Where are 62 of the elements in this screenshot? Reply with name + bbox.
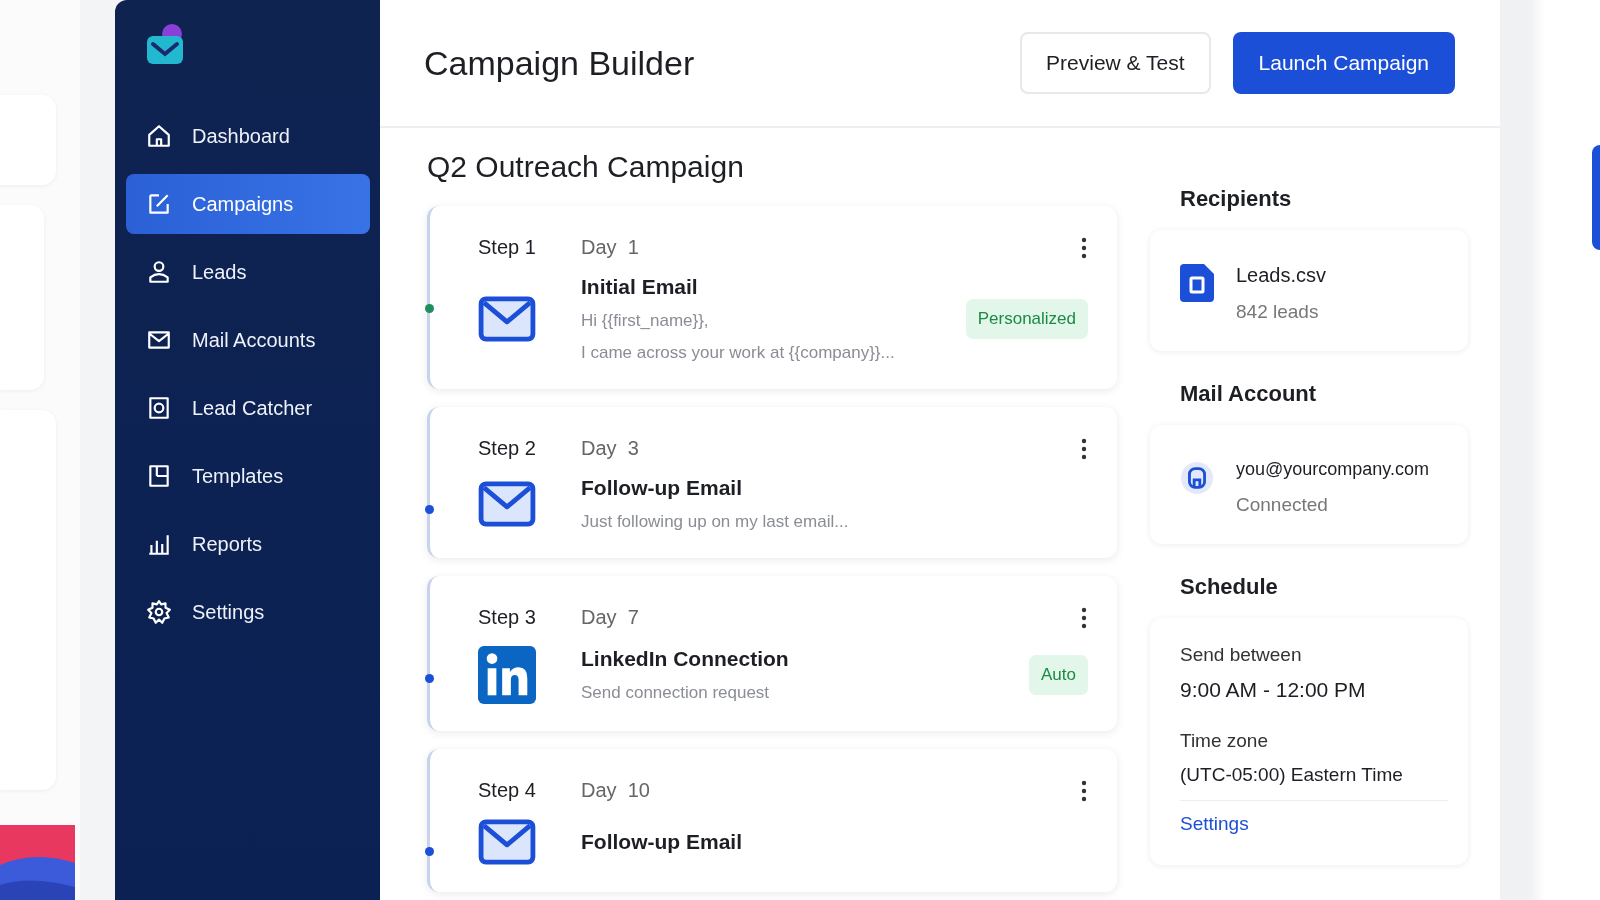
section-title: Schedule (1180, 574, 1279, 600)
day-label: Day 7 (581, 606, 639, 629)
settings-link[interactable]: Settings (1180, 813, 1249, 835)
campaign-title: Q2 Outreach Campaign (427, 150, 745, 184)
account-icon (1180, 459, 1214, 497)
time-zone: (UTC-05:00) Eastern Time (1180, 764, 1448, 801)
target-icon (146, 395, 172, 421)
step-card[interactable]: Step 3 Day 7 LinkedIn Connection Send connection request Auto (427, 576, 1117, 731)
mail-icon (478, 818, 536, 866)
sidebar-item[interactable]: Templates (126, 446, 370, 506)
more-icon[interactable] (1081, 779, 1087, 802)
status-badge: Auto (1029, 655, 1088, 695)
sidebar-item[interactable]: Leads (126, 242, 370, 302)
step-title: Initial Email (581, 275, 699, 299)
step-card[interactable]: Step 2 Day 3 Follow-up Email Just following up on my last email... (427, 407, 1117, 558)
mail-icon (478, 295, 536, 343)
day-label: Day 10 (581, 779, 650, 802)
edit-icon (146, 191, 172, 217)
person-icon (146, 259, 172, 285)
step-label: Step 4 (478, 779, 537, 802)
sidebar-item[interactable]: Lead Catcher (126, 378, 370, 438)
message-preview: Hi {{first_name}}, (581, 311, 710, 331)
file-name: Leads.csv (1236, 264, 1327, 287)
sidebar-item[interactable]: Reports (126, 514, 370, 574)
file-icon (1180, 264, 1214, 302)
sidebar-item[interactable]: Campaigns (126, 174, 370, 234)
step-card[interactable]: Step 4 Day 10 Follow-up Email (427, 749, 1117, 892)
preview-button[interactable]: Preview & Test (1020, 32, 1211, 94)
settings-icon (146, 599, 172, 625)
step-label: Step 3 (478, 606, 537, 629)
step-label: Step 2 (478, 437, 537, 460)
home-icon (146, 123, 172, 149)
email-address: you@yourcompany.com (1236, 459, 1430, 480)
lead-count: 842 leads (1236, 301, 1320, 323)
page-title: Campaign Builder (424, 43, 695, 83)
status-badge: Personalized (965, 299, 1088, 339)
day-label: Day 1 (581, 236, 639, 259)
message-preview: I came across your work at {{company}}... (581, 343, 896, 363)
field-label: Time zone (1180, 730, 1269, 752)
step-title: Follow-up Email (581, 476, 743, 500)
section-title: Mail Account (1180, 381, 1318, 407)
step-label: Step 1 (478, 236, 537, 259)
field-label: Send between (1180, 644, 1303, 666)
time-range: 9:00 AM - 12:00 PM (1180, 678, 1367, 702)
step-title: LinkedIn Connection (581, 647, 790, 671)
linkedin-icon (478, 645, 536, 705)
section-title: Recipients (1180, 186, 1293, 212)
message-preview: Just following up on my last email... (581, 512, 850, 532)
step-card[interactable]: Step 1 Day 1 Initial Email Hi {{first_name}}, I came across your work at {{company}}... Personalized (427, 206, 1117, 389)
step-title: Follow-up Email (581, 830, 743, 854)
sidebar-item[interactable]: Mail Accounts (126, 310, 370, 370)
document-icon (146, 463, 172, 489)
more-icon[interactable] (1081, 437, 1087, 460)
day-label: Day 3 (581, 437, 639, 460)
launch-button[interactable]: Launch Campaign (1232, 32, 1455, 94)
sidebar-item[interactable]: Dashboard (126, 106, 370, 166)
message-preview: Send connection request (581, 683, 771, 703)
sidebar-item[interactable]: Settings (126, 582, 370, 642)
connection-status: Connected (1236, 494, 1329, 516)
more-icon[interactable] (1081, 606, 1087, 629)
mail-icon (478, 480, 536, 528)
more-icon[interactable] (1081, 236, 1087, 259)
